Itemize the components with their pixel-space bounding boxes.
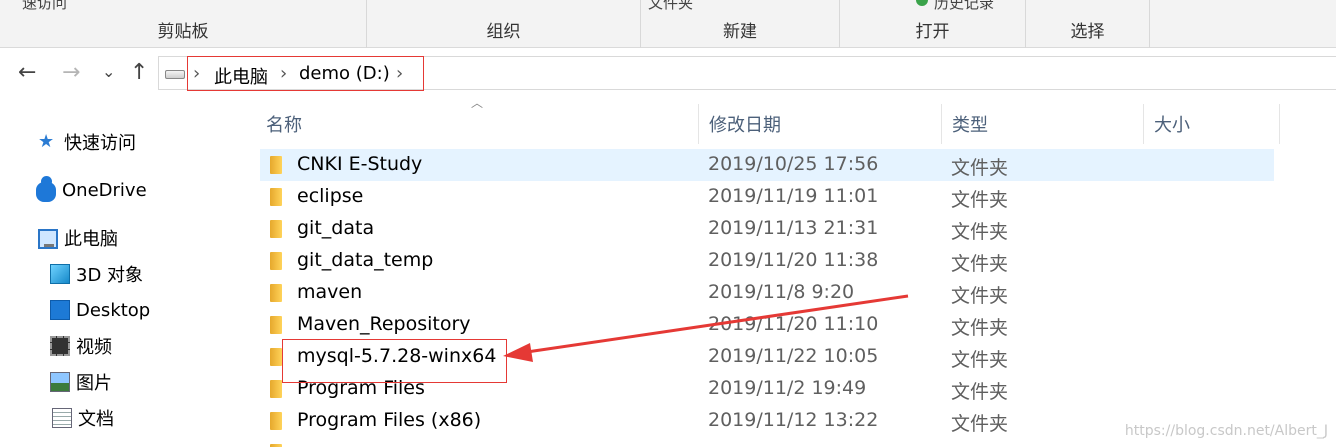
file-type: 文件夹: [951, 349, 1009, 371]
sidebar-item-quick-access[interactable]: ★ 快速访问: [38, 128, 136, 156]
video-icon: [50, 336, 70, 356]
sidebar-item-pictures[interactable]: 图片: [50, 368, 112, 396]
sidebar-item-label: 快速访问: [64, 133, 136, 154]
file-type: 文件夹: [951, 317, 1009, 339]
up-button[interactable]: ↑: [130, 61, 148, 85]
ribbon-group-label: 选择: [1070, 22, 1105, 42]
file-modified: 2019/11/2 19:49: [708, 377, 867, 399]
folder-icon: [270, 156, 282, 174]
folder-icon: [270, 380, 282, 398]
document-icon: [52, 408, 72, 428]
ribbon-group-label: 组织: [486, 22, 521, 42]
ribbon: 速访问 文件夹 历史记录 剪贴板 组织 新建 打开 选择: [0, 0, 1336, 48]
file-row[interactable]: Maven_Repository 2019/11/20 11:10 文件夹: [260, 309, 1274, 341]
back-button[interactable]: ←: [18, 61, 36, 85]
cube-icon: [50, 264, 70, 284]
sidebar-item-documents[interactable]: 文档: [52, 404, 114, 432]
sidebar-item-onedrive[interactable]: OneDrive: [36, 176, 147, 204]
column-header-label: 修改日期: [709, 115, 781, 136]
file-type: 文件夹: [951, 413, 1009, 435]
watermark: https://blog.csdn.net/Albert_J: [1124, 423, 1328, 439]
column-header-label: 大小: [1154, 115, 1190, 136]
file-type: 文件夹: [951, 157, 1009, 179]
file-name: git_data_temp: [297, 249, 434, 271]
file-row[interactable]: CNKI E-Study 2019/10/25 17:56 文件夹: [260, 149, 1274, 181]
file-modified: 2019/11/20 11:10: [708, 313, 879, 335]
ribbon-group-label: 剪贴板: [157, 22, 209, 42]
column-header-type[interactable]: 类型: [942, 104, 1144, 144]
file-name: maven: [297, 281, 363, 303]
folder-icon: [270, 220, 282, 238]
file-modified: 2019/11/22 10:05: [708, 345, 879, 367]
sidebar-item-label: Desktop: [76, 299, 151, 321]
folder-icon: [270, 348, 282, 366]
file-name: eclipse: [297, 185, 364, 207]
file-name: Maven_Repository: [297, 313, 471, 335]
desktop-icon: [50, 300, 70, 320]
navigation-pane: ★ 快速访问 OneDrive 此电脑 3D 对象 Desktop 视频 图片: [0, 98, 238, 447]
file-type: 文件夹: [951, 221, 1009, 243]
file-name: CNKI E-Study: [297, 153, 423, 175]
sidebar-item-label: 图片: [76, 373, 112, 394]
cloud-icon: [36, 176, 56, 202]
ribbon-group-organize[interactable]: 组织: [367, 0, 641, 48]
column-header-modified[interactable]: 修改日期: [699, 104, 942, 144]
file-type: 文件夹: [951, 189, 1009, 211]
sidebar-item-this-pc[interactable]: 此电脑: [38, 224, 118, 252]
file-row[interactable]: maven 2019/11/8 9:20 文件夹: [260, 277, 1274, 309]
file-type: 文件夹: [951, 381, 1009, 403]
ribbon-group-open[interactable]: 打开: [840, 0, 1026, 48]
sidebar-item-label: OneDrive: [62, 179, 147, 201]
sidebar-item-label: 视频: [76, 337, 112, 358]
file-row[interactable]: [260, 437, 1274, 447]
file-modified: 2019/11/8 9:20: [708, 281, 855, 303]
file-row[interactable]: git_data 2019/11/13 21:31 文件夹: [260, 213, 1274, 245]
ribbon-group-label: 新建: [723, 22, 757, 42]
sidebar-item-desktop[interactable]: Desktop: [50, 296, 150, 324]
folder-icon: [270, 316, 282, 334]
ribbon-group-label: 打开: [915, 22, 950, 42]
file-row[interactable]: eclipse 2019/11/19 11:01 文件夹: [260, 181, 1274, 213]
folder-icon: [270, 284, 282, 302]
computer-icon: [38, 229, 58, 249]
ribbon-group-new[interactable]: 新建: [641, 0, 840, 48]
column-header-label: 类型: [952, 115, 988, 136]
sidebar-item-label: 文档: [78, 409, 114, 430]
file-explorer-window: 速访问 文件夹 历史记录 剪贴板 组织 新建 打开 选择 ← → ⌄ ↑ › 此…: [0, 0, 1336, 447]
ribbon-group-select[interactable]: 选择: [1026, 0, 1150, 48]
folder-icon: [270, 188, 282, 206]
file-modified: 2019/11/13 21:31: [708, 217, 879, 239]
file-modified: 2019/10/25 17:56: [708, 153, 879, 175]
column-header-name[interactable]: 名称: [256, 104, 699, 144]
sidebar-item-label: 此电脑: [64, 229, 118, 250]
file-list: ︿ 名称 修改日期 类型 大小 CNKI E-Study 2019/10/25 …: [238, 96, 1336, 447]
file-row[interactable]: Program Files (x86) 2019/11/12 13:22 文件夹: [260, 405, 1274, 437]
annotation-box-mysql: [282, 339, 507, 383]
file-row[interactable]: git_data_temp 2019/11/20 11:38 文件夹: [260, 245, 1274, 277]
file-type: 文件夹: [951, 285, 1009, 307]
forward-button[interactable]: →: [62, 61, 80, 85]
annotation-box-breadcrumb: [187, 56, 424, 91]
file-modified: 2019/11/12 13:22: [708, 409, 879, 431]
file-name: git_data: [297, 217, 375, 239]
folder-icon: [270, 252, 282, 270]
recent-locations-button[interactable]: ⌄: [102, 60, 115, 84]
file-modified: 2019/11/20 11:38: [708, 249, 879, 271]
picture-icon: [50, 372, 70, 392]
column-header-label: 名称: [266, 115, 302, 136]
ribbon-group-clipboard[interactable]: 剪贴板: [0, 0, 367, 48]
drive-icon: [165, 70, 185, 79]
file-name: Program Files (x86): [297, 409, 482, 431]
sidebar-item-3d-objects[interactable]: 3D 对象: [50, 260, 143, 288]
sidebar-item-videos[interactable]: 视频: [50, 332, 112, 360]
sidebar-item-label: 3D 对象: [76, 265, 144, 286]
column-header-size[interactable]: 大小: [1144, 104, 1280, 144]
file-type: 文件夹: [951, 253, 1009, 275]
star-icon: ★: [38, 131, 55, 152]
folder-icon: [270, 412, 282, 430]
file-modified: 2019/11/19 11:01: [708, 185, 879, 207]
